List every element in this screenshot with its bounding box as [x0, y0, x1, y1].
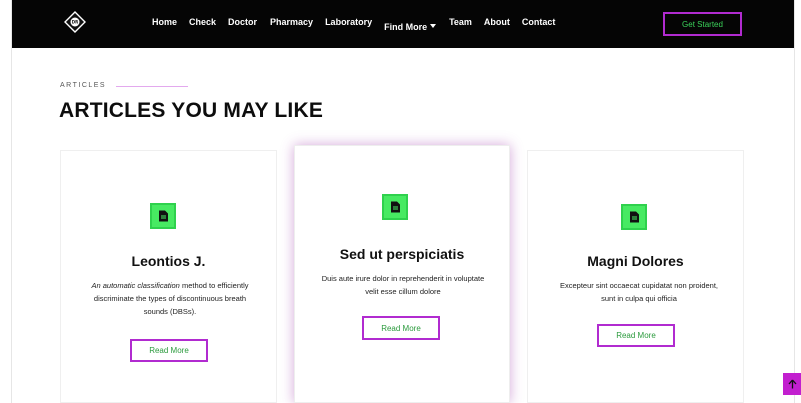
nav-home[interactable]: Home [152, 17, 177, 35]
scroll-to-top-button[interactable] [783, 373, 801, 395]
document-icon [150, 203, 176, 229]
chevron-down-icon [430, 23, 437, 28]
nav-find-more[interactable]: Find More [384, 17, 437, 35]
article-card: Magni Dolores Excepteur sint occaecat cu… [527, 150, 744, 403]
card-title: Sed ut perspiciatis [339, 246, 465, 262]
nav-contact[interactable]: Contact [522, 17, 556, 35]
nav-pharmacy[interactable]: Pharmacy [270, 17, 313, 35]
nav-doctor[interactable]: Doctor [228, 17, 257, 35]
logo-icon[interactable]: DR [64, 11, 86, 33]
nav-about[interactable]: About [484, 17, 510, 35]
document-icon [382, 194, 408, 220]
get-started-button[interactable]: Get Started [663, 12, 742, 36]
card-title: Magni Dolores [587, 253, 684, 269]
nav-find-more-label: Find More [384, 22, 428, 32]
main-nav: Home Check Doctor Pharmacy Laboratory Fi… [152, 17, 555, 35]
article-card: Leontios J. An automatic classification … [60, 150, 277, 403]
document-icon [621, 204, 647, 230]
arrow-up-icon [788, 379, 796, 389]
read-more-button[interactable]: Read More [362, 316, 440, 340]
card-description: An automatic classification method to ef… [85, 279, 255, 318]
section-eyebrow: ARTICLES [60, 82, 107, 89]
nav-check[interactable]: Check [189, 17, 216, 35]
card-description: Duis aute irure dolor in reprehenderit i… [321, 274, 485, 296]
card-description-italic: An automatic classification [91, 281, 180, 290]
card-description: Excepteur sint occaecat cupidatat non pr… [559, 281, 719, 303]
eyebrow-divider [116, 86, 188, 87]
read-more-button[interactable]: Read More [130, 339, 208, 362]
section-title: ARTICLES YOU MAY LIKE [59, 99, 324, 122]
nav-laboratory[interactable]: Laboratory [325, 17, 372, 35]
nav-team[interactable]: Team [449, 17, 472, 35]
read-more-button[interactable]: Read More [597, 324, 675, 347]
card-title: Leontios J. [131, 253, 206, 269]
svg-text:DR: DR [72, 20, 78, 25]
article-card-featured: Sed ut perspiciatis Duis aute irure dolo… [294, 145, 510, 403]
